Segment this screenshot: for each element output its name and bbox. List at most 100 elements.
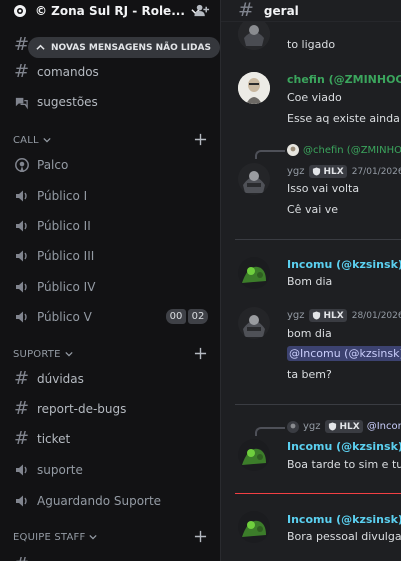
role-tag: HLX — [308, 309, 347, 322]
channel-label: sugestões — [37, 95, 98, 109]
message-timestamp: 27/01/2026 — [351, 166, 401, 177]
channel-label: Palco — [37, 158, 69, 172]
message-header: Incomu (@kzsinsk) — [287, 258, 401, 271]
invite-people-icon[interactable] — [193, 2, 210, 19]
server-logo-icon — [14, 5, 26, 17]
add-channel-icon[interactable] — [194, 347, 207, 360]
channel-publico-ii[interactable]: Público II — [0, 213, 220, 239]
role-tag: HLX — [324, 420, 363, 433]
avatar[interactable] — [238, 511, 270, 543]
hash-icon: # — [13, 368, 30, 389]
speaker-icon — [13, 462, 30, 479]
message-header: Incomu (@kzsinsk) — [287, 513, 401, 526]
avatar[interactable] — [238, 307, 270, 339]
message-text: Boa tarde to sim e tu — [287, 458, 401, 471]
message-author[interactable]: Incomu (@kzsinsk) — [287, 440, 401, 453]
message-text: Isso vai volta — [287, 182, 360, 195]
new-messages-line — [235, 493, 401, 494]
channel-duvidas[interactable]: # dúvidas — [0, 366, 220, 392]
message-author[interactable]: ygz — [287, 310, 305, 321]
avatar[interactable] — [238, 163, 270, 195]
channel-aguardando-suporte[interactable]: Aguardando Suporte — [0, 488, 220, 514]
channel-publico-i[interactable]: Público I — [0, 183, 220, 209]
channel-report-de-bugs[interactable]: # report-de-bugs — [0, 396, 220, 422]
server-header[interactable]: © Zona Sul RJ - Role... — [0, 0, 220, 22]
avatar[interactable] — [238, 439, 270, 471]
channel-label: report-de-bugs — [37, 402, 127, 416]
channel-label: suporte — [37, 463, 83, 477]
speaker-icon — [13, 493, 30, 510]
avatar[interactable] — [238, 72, 270, 104]
chevron-up-icon — [36, 44, 45, 50]
speaker-icon — [13, 279, 30, 296]
chat-header: # geral — [221, 0, 401, 22]
channel-label: Público I — [37, 189, 88, 203]
reply-preview[interactable]: @chefin (@ZMINHOC — [287, 144, 401, 156]
reply-avatar-icon — [287, 144, 299, 156]
message-author[interactable]: Incomu (@kzsinsk) — [287, 513, 401, 526]
message-timestamp: 28/01/2026 — [351, 310, 401, 321]
reply-mention: @chefin (@ZMINHOC — [303, 144, 401, 156]
user-mention[interactable]: @Incomu (@kzsinsk) — [287, 346, 401, 361]
forum-icon — [13, 94, 30, 111]
message-text: Coe viado — [287, 91, 342, 104]
category-equipe-staff[interactable]: EQUIPE STAFF — [0, 528, 220, 546]
message-author[interactable]: chefin (@ZMINHOCA — [287, 73, 401, 86]
role-tag: HLX — [308, 165, 347, 178]
channel-publico-iii[interactable]: Público III — [0, 243, 220, 269]
chevron-down-icon — [65, 351, 73, 357]
role-tag-label: HLX — [323, 310, 344, 321]
speaker-icon — [13, 309, 30, 326]
channel-sidebar: © Zona Sul RJ - Role... # NOVAS MENSAGEN… — [0, 0, 220, 561]
channel-label: Público V — [37, 310, 92, 324]
message-separator — [235, 239, 401, 240]
server-name: © Zona Sul RJ - Role... — [35, 4, 185, 18]
chevron-down-icon — [43, 137, 51, 143]
category-call[interactable]: CALL — [0, 131, 220, 149]
reply-preview[interactable]: ygz HLX @Incor — [287, 420, 401, 433]
message-text: Esse aq existe ainda — [287, 112, 400, 125]
channel-comandos[interactable]: # comandos — [0, 59, 220, 85]
shield-icon — [312, 167, 320, 176]
reply-author: ygz — [303, 421, 321, 432]
category-title: EQUIPE STAFF — [13, 531, 86, 543]
speaker-icon — [13, 248, 30, 265]
hash-icon: # — [238, 0, 254, 21]
message-author[interactable]: ygz — [287, 166, 305, 177]
category-suporte[interactable]: SUPORTE — [0, 345, 220, 363]
channel-label: Público IV — [37, 280, 96, 294]
chat-area: # geral to ligado chefin (@ZMINHOCA Coe … — [220, 0, 401, 561]
channel-ticket[interactable]: # ticket — [0, 426, 220, 452]
hash-icon: # — [13, 398, 30, 419]
shield-icon — [328, 422, 336, 431]
message-text: Bom dia — [287, 275, 333, 288]
channel-publico-iv[interactable]: Público IV — [0, 274, 220, 300]
message-text: bom dia — [287, 327, 332, 340]
message-text: to ligado — [287, 38, 336, 51]
category-title: CALL — [13, 134, 39, 146]
add-channel-icon[interactable] — [194, 530, 207, 543]
hash-icon: # — [13, 61, 30, 82]
channel-label: Público II — [37, 219, 91, 233]
channel-label: Aguardando Suporte — [37, 494, 162, 508]
voice-counter-limit: 02 — [188, 309, 208, 324]
channel-suporte[interactable]: suporte — [0, 457, 220, 483]
speaker-icon — [13, 188, 30, 205]
voice-counter-current: 00 — [166, 309, 186, 324]
add-channel-icon[interactable] — [194, 133, 207, 146]
message-text: Cê vai ve — [287, 203, 339, 216]
message-author[interactable]: Incomu (@kzsinsk) — [287, 258, 401, 271]
message-header: ygz HLX 27/01/2026 — [287, 165, 401, 178]
channel-label: ticket — [37, 432, 71, 446]
new-unread-messages-button[interactable]: NOVAS MENSAGENS NÃO LIDAS — [28, 37, 220, 58]
message-header: Incomu (@kzsinsk) — [287, 440, 401, 453]
avatar[interactable] — [238, 257, 270, 289]
channel-palco[interactable]: Palco — [0, 152, 220, 178]
voice-user-counter: 00 02 — [166, 309, 208, 324]
channel-partial[interactable]: # — [0, 552, 220, 561]
channel-label: Público III — [37, 249, 95, 263]
avatar[interactable] — [238, 18, 270, 50]
hash-icon: # — [13, 556, 30, 561]
channel-sugestoes[interactable]: sugestões — [0, 89, 220, 115]
message-separator — [235, 404, 401, 405]
